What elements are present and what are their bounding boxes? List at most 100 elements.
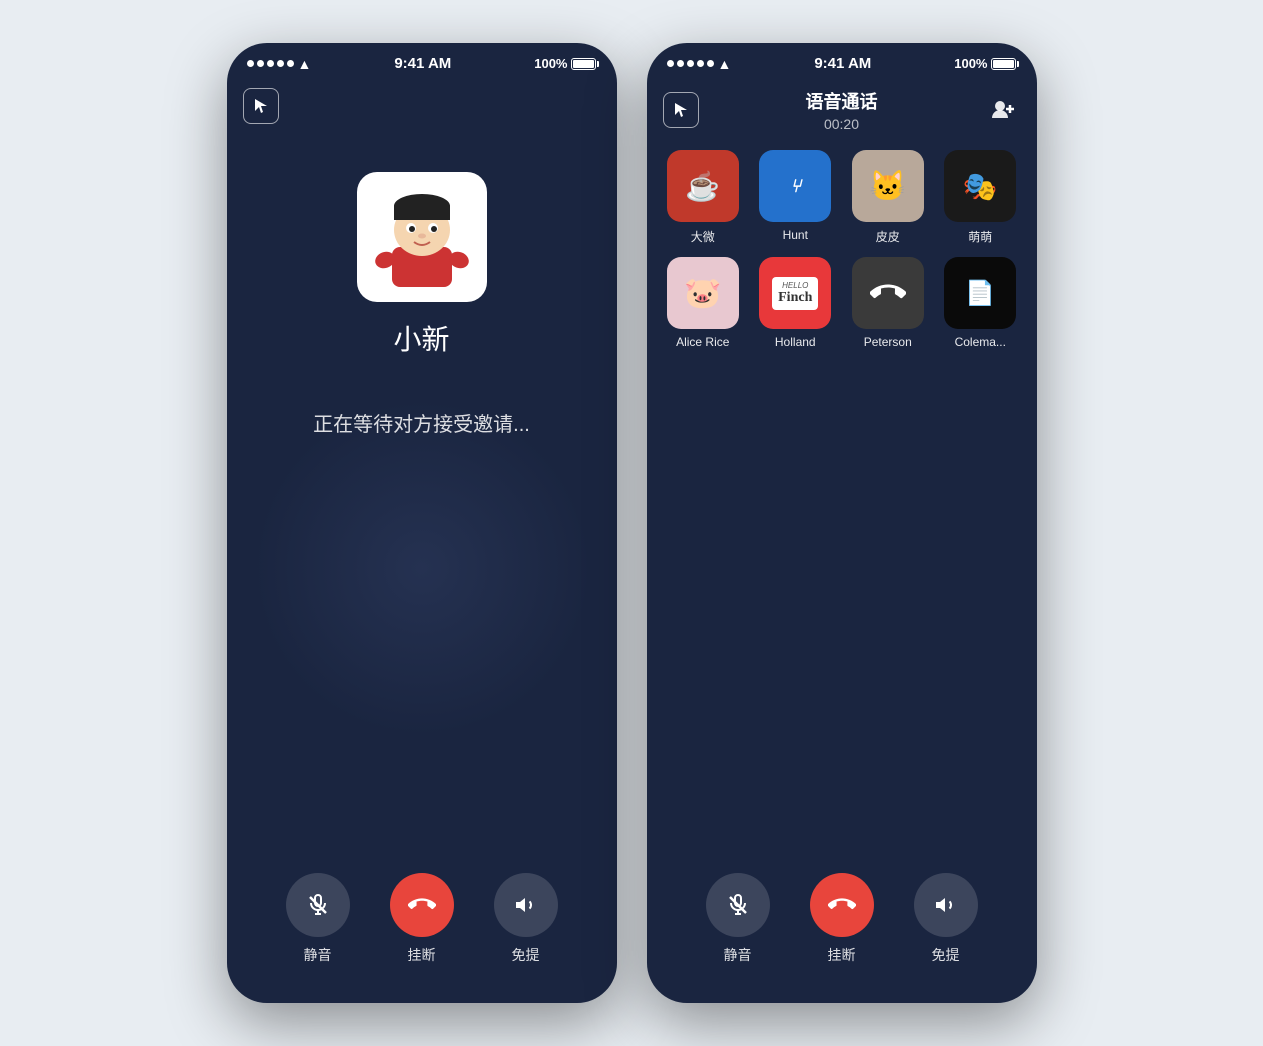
mute-button-right[interactable]: 静音 — [706, 873, 770, 965]
mute-circle-right[interactable] — [706, 873, 770, 937]
rdot5 — [707, 60, 714, 67]
battery-percent-right: 100% — [954, 56, 987, 71]
speaker-button-left[interactable]: 免提 — [494, 873, 558, 965]
avatar-alice: 🐷 — [667, 257, 739, 329]
nav-title-right: 语音通话 — [806, 88, 878, 114]
time-right: 9:41 AM — [814, 55, 871, 72]
mengmeng-avatar-img: 🎭 — [944, 150, 1016, 222]
speaker-circle-left[interactable] — [494, 873, 558, 937]
right-phone: ▲ 9:41 AM 100% 语音通话 00:20 — [647, 43, 1037, 1003]
nav-bar-right: 语音通话 00:20 — [647, 80, 1037, 140]
avatar-pipi: 🐱 — [852, 150, 924, 222]
hangup-icon-right — [828, 891, 856, 919]
nav-icon-left[interactable] — [243, 88, 279, 124]
wifi-icon-right: ▲ — [718, 56, 732, 72]
dawei-avatar-img: ☕ — [667, 150, 739, 222]
rdot3 — [687, 60, 694, 67]
wifi-icon: ▲ — [298, 56, 312, 72]
signal-area: ▲ — [247, 56, 312, 72]
avatar-dawei: ☕ — [667, 150, 739, 222]
pipi-avatar-img: 🐱 — [852, 150, 924, 222]
dot2 — [257, 60, 264, 67]
speaker-label-left: 免提 — [512, 945, 540, 965]
cursor-icon-right — [672, 101, 690, 119]
dot3 — [267, 60, 274, 67]
calling-screen: 小新 正在等待对方接受邀请... — [227, 132, 617, 1003]
battery-area-left: 100% — [534, 56, 596, 71]
mute-circle-left[interactable] — [286, 873, 350, 937]
speaker-icon-left — [514, 893, 538, 917]
signal-area-right: ▲ — [667, 56, 732, 72]
dot5 — [287, 60, 294, 67]
battery-area-right: 100% — [954, 56, 1016, 71]
participant-peterson: Peterson — [848, 257, 929, 349]
name-holland: Holland — [775, 335, 816, 349]
cursor-icon-left — [252, 97, 270, 115]
rdot1 — [667, 60, 674, 67]
participants-grid: ☕ 大微 ⑂ Hunt 🐱 皮皮 🎭 萌萌 🐷 Ali — [647, 140, 1037, 359]
rdot2 — [677, 60, 684, 67]
name-dawei: 大微 — [691, 228, 715, 245]
hunt-avatar-img: ⑂ — [759, 150, 831, 222]
name-peterson: Peterson — [864, 335, 912, 349]
add-participant-button[interactable] — [985, 92, 1021, 128]
control-buttons-right: 静音 挂断 免提 — [706, 873, 978, 965]
coleman-avatar-img: 📄 — [944, 257, 1016, 329]
hangup-button-left[interactable]: 挂断 — [390, 873, 454, 965]
nav-icon-right[interactable] — [663, 92, 699, 128]
status-bar-right: ▲ 9:41 AM 100% — [647, 43, 1037, 80]
hangup-icon-peterson — [870, 275, 906, 311]
name-pipi: 皮皮 — [876, 228, 900, 245]
participant-coleman: 📄 Colema... — [940, 257, 1021, 349]
nav-subtitle-right: 00:20 — [824, 116, 859, 132]
mute-button-left[interactable]: 静音 — [286, 873, 350, 965]
calling-avatar-wrapper: 小新 — [357, 172, 487, 408]
battery-percent-left: 100% — [534, 56, 567, 71]
calling-avatar — [357, 172, 487, 302]
name-alice: Alice Rice — [676, 335, 729, 349]
hangup-circle-left[interactable] — [390, 873, 454, 937]
participant-holland: HELLO Finch Holland — [755, 257, 836, 349]
speaker-button-right[interactable]: 免提 — [914, 873, 978, 965]
mic-icon-right — [726, 893, 750, 917]
status-bar-left: ▲ 9:41 AM 100% — [227, 43, 617, 80]
participant-hunt: ⑂ Hunt — [755, 150, 836, 245]
hangup-icon-left — [408, 891, 436, 919]
bottom-controls-right: 静音 挂断 免提 — [647, 857, 1037, 1003]
mic-icon-left — [306, 893, 330, 917]
speaker-label-right: 免提 — [932, 945, 960, 965]
hangup-button-right[interactable]: 挂断 — [810, 873, 874, 965]
name-coleman: Colema... — [955, 335, 1006, 349]
avatar-peterson — [852, 257, 924, 329]
control-buttons-left: 静音 挂断 — [286, 873, 558, 965]
participant-pipi: 🐱 皮皮 — [848, 150, 929, 245]
alice-avatar-img: 🐷 — [667, 257, 739, 329]
name-hunt: Hunt — [783, 228, 808, 242]
participant-alice: 🐷 Alice Rice — [663, 257, 744, 349]
speaker-circle-right[interactable] — [914, 873, 978, 937]
avatar-mengmeng: 🎭 — [944, 150, 1016, 222]
mute-label-left: 静音 — [304, 945, 332, 965]
finch-avatar-img: HELLO Finch — [759, 257, 831, 329]
nav-bar-left — [227, 80, 617, 132]
nav-title-area: 语音通话 00:20 — [806, 88, 878, 132]
battery-icon-left — [571, 58, 596, 70]
time-left: 9:41 AM — [394, 55, 451, 72]
name-mengmeng: 萌萌 — [968, 228, 992, 245]
calling-status: 正在等待对方接受邀请... — [313, 408, 530, 437]
left-phone: ▲ 9:41 AM 100% — [227, 43, 617, 1003]
hangup-label-left: 挂断 — [408, 945, 436, 965]
contact-name-left: 小新 — [393, 318, 449, 358]
bottom-controls-left: 静音 挂断 — [227, 857, 617, 1003]
hangup-circle-right[interactable] — [810, 873, 874, 937]
add-person-icon — [990, 97, 1016, 123]
bg-ghost — [252, 398, 592, 738]
xiaoxin-illustration — [367, 182, 477, 292]
dot1 — [247, 60, 254, 67]
participant-mengmeng: 🎭 萌萌 — [940, 150, 1021, 245]
dot4 — [277, 60, 284, 67]
avatar-holland: HELLO Finch — [759, 257, 831, 329]
mute-label-right: 静音 — [724, 945, 752, 965]
hangup-label-right: 挂断 — [828, 945, 856, 965]
battery-icon-right — [991, 58, 1016, 70]
